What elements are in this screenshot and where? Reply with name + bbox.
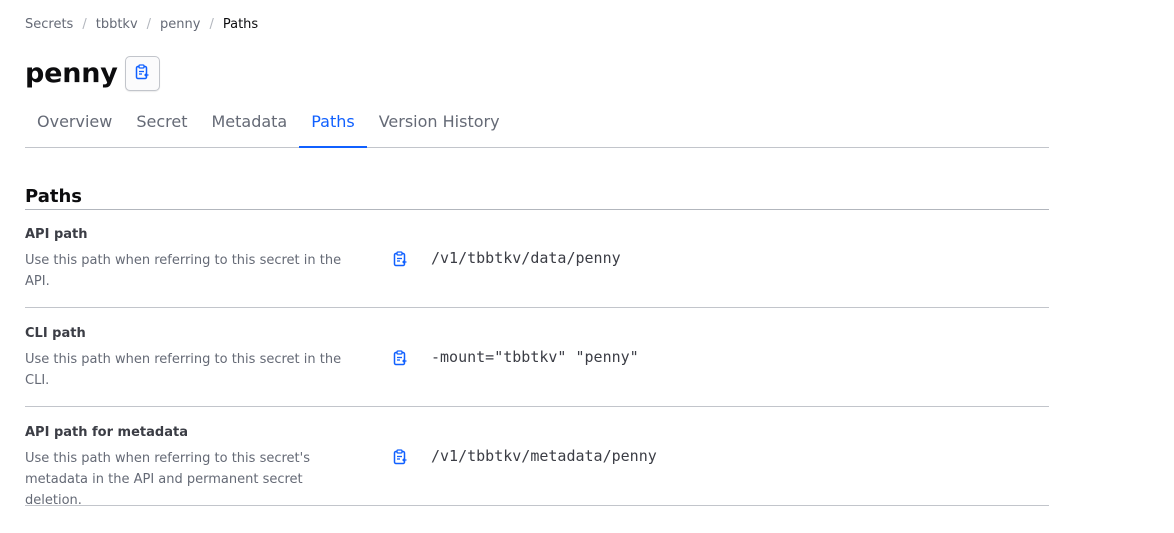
path-description: Use this path when referring to this sec… (25, 352, 342, 388)
breadcrumb: Secrets / tbbtkv / penny / Paths (25, 17, 258, 32)
copy-path-button[interactable] (389, 447, 411, 469)
breadcrumb-item-secrets[interactable]: Secrets (25, 17, 73, 32)
copy-title-button[interactable] (124, 56, 160, 91)
breadcrumb-separator: / (209, 17, 214, 32)
path-label: API path for metadata (25, 425, 188, 440)
breadcrumb-item-current: Paths (222, 17, 259, 32)
path-description: Use this path when referring to this sec… (25, 451, 310, 508)
clipboard-icon (392, 448, 408, 468)
path-description: Use this path when referring to this sec… (25, 253, 342, 289)
path-value: -mount="tbbtkv" "penny" (431, 348, 639, 366)
path-row-api: API path Use this path when referring to… (25, 209, 1049, 308)
path-label: API path (25, 227, 88, 242)
tab-version-history[interactable]: Version History (367, 104, 512, 148)
breadcrumb-item-secret[interactable]: penny (160, 17, 200, 32)
tab-metadata[interactable]: Metadata (199, 104, 299, 148)
path-label: CLI path (25, 326, 86, 341)
breadcrumb-separator: / (82, 17, 87, 32)
path-row-cli: CLI path Use this path when referring to… (25, 308, 1049, 407)
copy-path-button[interactable] (389, 249, 411, 271)
path-row-metadata: API path for metadata Use this path when… (25, 407, 1049, 508)
page-header: penny (25, 56, 160, 91)
breadcrumb-separator: / (146, 17, 152, 32)
section-title: Paths (25, 186, 1049, 210)
tab-paths[interactable]: Paths (299, 104, 367, 148)
page-title: penny (25, 58, 118, 89)
tab-secret[interactable]: Secret (124, 104, 199, 148)
clipboard-icon (392, 250, 408, 270)
path-value: /v1/tbbtkv/metadata/penny (431, 447, 657, 465)
path-value: /v1/tbbtkv/data/penny (431, 249, 621, 267)
copy-path-button[interactable] (389, 348, 411, 370)
tab-overview[interactable]: Overview (25, 104, 124, 148)
clipboard-icon (392, 349, 408, 369)
tab-bar: Overview Secret Metadata Paths Version H… (25, 104, 1049, 148)
clipboard-icon (134, 64, 150, 83)
breadcrumb-item-mount[interactable]: tbbtkv (96, 17, 138, 32)
